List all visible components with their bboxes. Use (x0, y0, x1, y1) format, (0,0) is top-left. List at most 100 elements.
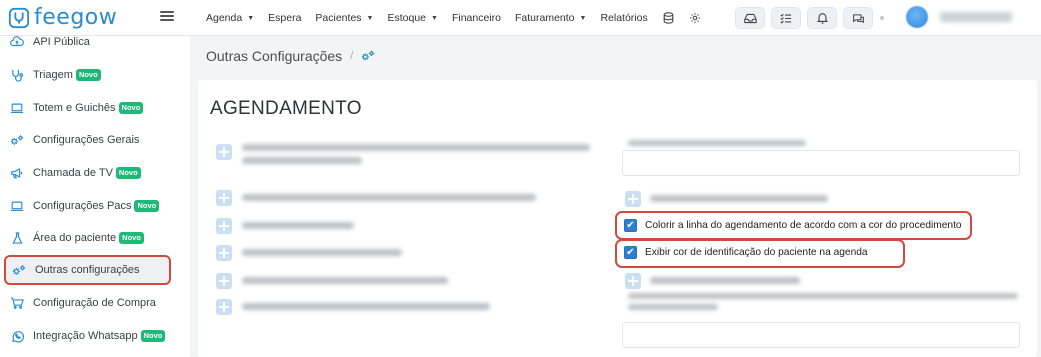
breadcrumb-title: Outras Configurações (206, 48, 343, 64)
nav-label: Financeiro (451, 12, 501, 24)
sidebar-item-label: Outras configurações (35, 264, 140, 276)
add-icon[interactable] (216, 299, 232, 315)
cloud-icon (10, 35, 24, 49)
add-icon[interactable] (216, 273, 232, 289)
cart-icon (10, 296, 24, 310)
add-icon[interactable] (216, 245, 232, 261)
sidebar-item-area-paciente[interactable]: Área do paciente Novo (0, 224, 190, 252)
avatar[interactable] (906, 6, 928, 28)
inbox-icon[interactable] (735, 7, 765, 29)
gears-icon (10, 133, 24, 147)
blurred-field-label (628, 140, 806, 146)
blurred-option-text (242, 249, 402, 256)
nav-label: Relatórios (600, 12, 648, 24)
sidebar-item-label: Totem e Guichês (33, 102, 116, 114)
nav-faturamento[interactable]: Faturamento ▼ (515, 12, 586, 24)
sidebar-item-totem-guiches[interactable]: Totem e Guichês Novo (0, 94, 190, 122)
add-icon[interactable] (216, 218, 232, 234)
new-badge: Novo (140, 330, 166, 342)
sidebar: API Pública Triagem Novo Totem e Guichês… (0, 36, 190, 357)
gear-icon[interactable] (688, 11, 702, 25)
blurred-option-text (242, 194, 536, 201)
settings-card: AGENDAMENTO ✔ Colorir a linha do agendam… (198, 80, 1037, 357)
blurred-option-text (242, 303, 490, 310)
laptop-icon (10, 199, 24, 213)
stethoscope-logo-icon (8, 7, 30, 28)
sidebar-item-api-publica[interactable]: API Pública (0, 28, 190, 56)
laptop-icon (10, 101, 24, 115)
sidebar-item-configuracao-compra[interactable]: Configuração de Compra (0, 289, 190, 317)
nav-pacientes[interactable]: Pacientes ▼ (315, 12, 373, 24)
sidebar-item-label: API Pública (33, 36, 90, 48)
blurred-input-field[interactable] (622, 150, 1020, 176)
add-icon[interactable] (625, 273, 641, 289)
blurred-option-text (242, 157, 362, 164)
sidebar-item-integracao-whatsapp[interactable]: Integração Whatsapp Novo (0, 322, 190, 350)
nav-relatorios[interactable]: Relatórios (600, 12, 647, 24)
sidebar-item-configuracoes-gerais[interactable]: Configurações Gerais (0, 126, 190, 154)
blurred-input-field[interactable] (622, 322, 1020, 348)
gears-icon (362, 50, 375, 61)
sidebar-item-configuracoes-pacs[interactable]: Configurações Pacs Novo (0, 192, 190, 220)
checkbox-checked-icon[interactable]: ✔ (624, 219, 637, 232)
caret-down-icon: ▼ (431, 14, 438, 22)
add-icon[interactable] (625, 191, 641, 207)
add-icon[interactable] (216, 144, 232, 160)
sidebar-item-label: Triagem (33, 69, 73, 81)
nav-label: Faturamento (514, 12, 575, 24)
blurred-field-label (628, 293, 1018, 299)
logo[interactable]: feegow (0, 5, 150, 30)
nav-espera[interactable]: Espera (268, 12, 301, 24)
gears-icon (12, 263, 26, 277)
blurred-option-text (650, 277, 800, 284)
caret-down-icon: ▼ (579, 14, 587, 22)
nav-financeiro[interactable]: Financeiro (452, 12, 501, 24)
breadcrumb: Outras Configurações / (206, 48, 375, 64)
checkbox-label: Colorir a linha do agendamento de acordo… (645, 220, 962, 231)
breadcrumb-separator: / (350, 50, 354, 62)
sidebar-item-outras-configuracoes[interactable]: Outras configurações (4, 255, 171, 285)
sidebar-item-label: Configurações Gerais (33, 134, 140, 146)
blurred-field-label (628, 304, 718, 310)
new-badge: Novo (75, 69, 101, 81)
stethoscope-icon (10, 68, 24, 82)
sidebar-item-label: Chamada de TV (33, 167, 113, 179)
nav-estoque[interactable]: Estoque ▼ (387, 12, 437, 24)
whatsapp-icon (10, 329, 24, 343)
app-window: feegow Agenda ▼ Espera Pacientes ▼ Estoque… (0, 0, 1041, 357)
sidebar-item-label: Área do paciente (33, 232, 117, 244)
flask-icon (10, 231, 24, 245)
main-content: Outras Configurações / AGENDAMENTO ✔ Col… (190, 36, 1041, 357)
menu-toggle-icon[interactable] (160, 9, 174, 23)
bell-icon[interactable] (807, 7, 837, 29)
megaphone-icon (10, 166, 24, 180)
caret-down-icon: ▼ (366, 14, 374, 22)
nav-agenda[interactable]: Agenda ▼ (206, 12, 254, 24)
caret-down-icon: ▼ (247, 14, 255, 22)
blurred-option-text (242, 222, 354, 229)
section-title: AGENDAMENTO (210, 98, 362, 119)
sidebar-item-triagem[interactable]: Triagem Novo (0, 61, 190, 89)
new-badge: Novo (119, 232, 144, 244)
add-icon[interactable] (216, 190, 232, 206)
blurred-option-text (242, 144, 590, 151)
status-dot (880, 16, 884, 20)
user-name-blurred[interactable] (940, 12, 1012, 22)
checkbox-colorir-linha[interactable]: ✔ Colorir a linha do agendamento de acor… (624, 219, 962, 232)
database-icon[interactable] (662, 11, 676, 25)
sidebar-item-label: Integração Whatsapp (33, 330, 138, 342)
checkbox-checked-icon[interactable]: ✔ (624, 246, 637, 259)
blurred-option-text (650, 195, 828, 202)
nav-label: Espera (268, 12, 302, 24)
nav-label: Estoque (387, 12, 427, 24)
checkbox-exibir-cor[interactable]: ✔ Exibir cor de identificação do pacient… (624, 246, 868, 259)
new-badge: Novo (115, 167, 141, 179)
chat-icon[interactable] (843, 7, 873, 29)
sidebar-item-label: Configurações Pacs (33, 200, 132, 212)
new-badge: Novo (118, 102, 144, 114)
main-nav: Agenda ▼ Espera Pacientes ▼ Estoque ▼ Finan… (206, 0, 714, 36)
nav-label: Agenda (206, 12, 243, 24)
brand-name: feegow (34, 5, 118, 30)
checklist-icon[interactable] (771, 7, 801, 29)
sidebar-item-chamada-tv[interactable]: Chamada de TV Novo (0, 159, 190, 187)
